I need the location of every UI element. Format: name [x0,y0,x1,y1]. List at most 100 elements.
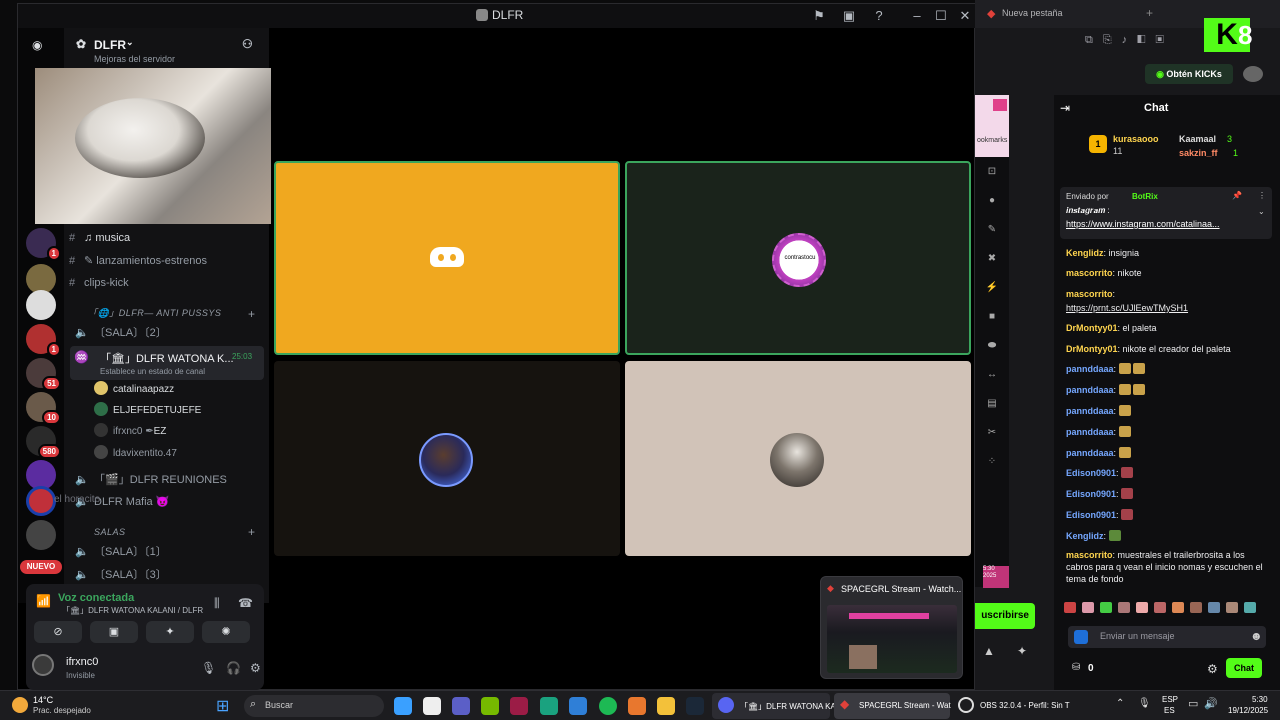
server-icon[interactable]: 1 [26,228,61,261]
voice-member[interactable]: ELJEFEDETUJEFE [94,401,201,421]
weather-temp[interactable]: 14°C [33,695,53,705]
server-icon[interactable] [26,486,56,516]
category-anti[interactable]: 「🌐」DLFR— ANTI PUSSYS [64,302,269,324]
chat-input[interactable]: Enviar un mensaje ☻ [1068,626,1266,648]
app-icon[interactable] [628,697,646,715]
emote-icon[interactable] [1208,602,1220,613]
gift-icon[interactable]: ✦ [1017,644,1027,658]
nvidia-icon[interactable] [481,697,499,715]
emote-icon[interactable] [1082,602,1094,613]
emote-icon[interactable] [1154,602,1166,613]
noise-icon[interactable]: ⫼ [214,596,220,611]
chat-send-button[interactable]: Chat [1226,658,1262,678]
get-kicks-button[interactable]: ◉ Obtén KICKs [1145,64,1233,84]
chat-username[interactable]: Kenglidz [1066,531,1104,541]
emoji-icon[interactable]: ☻ [1250,629,1263,643]
teams-icon[interactable] [452,697,470,715]
close-icon[interactable]: ✕ [956,7,974,25]
add-channel-icon[interactable]: + [248,525,255,539]
emote-icon[interactable] [1172,602,1184,613]
voice-channel-name[interactable]: 「🏛」DLFR WATONA KALANI / DLFR [62,605,203,616]
minimize-icon[interactable]: – [908,7,926,25]
pin-icon[interactable]: 📌 [1232,191,1242,200]
new-badge[interactable]: NUEVO [20,560,62,574]
server-icon[interactable] [26,290,56,320]
channel-item-clips-kick[interactable]: # clips-kick [64,272,269,294]
subscribe-button[interactable]: uscribirse [975,603,1035,629]
voice-channel-active[interactable]: ♒ 「🏛」DLFR WATONA K... 25:03 Establece un… [70,346,264,380]
clock-time[interactable]: 5:30 [1252,695,1268,704]
bookmarks-label[interactable]: ookmarks [977,137,1007,144]
volume-icon[interactable]: 🔊 [1204,697,1218,710]
voice-channel-reuniones[interactable]: 🔈 「🎬」DLFR REUNIONES [64,469,269,491]
emote-icon[interactable] [1118,602,1130,613]
warning-icon[interactable]: ▲ [983,644,995,658]
emote-icon[interactable] [1100,602,1112,613]
taskbar-app-browser[interactable]: ◆ SPACEGRL Stream - Wat [834,693,951,719]
tray-chevron-icon[interactable]: ⌃ [1116,698,1124,709]
taskbar-preview[interactable]: ◆ SPACEGRL Stream - Watch... [820,576,963,679]
close-icon[interactable] [993,99,1007,111]
weather-icon[interactable] [12,697,28,713]
emote-icon[interactable] [1136,602,1148,613]
server-icon[interactable]: 51 [26,358,61,391]
add-channel-icon[interactable]: + [248,307,255,321]
chat-username[interactable]: Edison0901 [1066,468,1116,478]
avatar[interactable] [32,654,54,676]
chat-username[interactable]: pannddaaa [1066,364,1114,374]
channel-status[interactable]: Establece un estado de canal [100,367,205,376]
valorant-icon[interactable] [510,697,528,715]
inbox-flag-icon[interactable]: ⚑ [810,7,828,25]
settings-gear-icon[interactable]: ⚙ [250,661,261,675]
chat-username[interactable]: Kenglidz [1066,248,1104,258]
clock-date[interactable]: 19/12/2025 [1228,706,1268,715]
new-tab-icon[interactable]: + [1146,6,1153,20]
chat-text[interactable]: https://prnt.sc/UJlEewTMySH1 [1066,303,1188,313]
avatar[interactable] [1243,66,1263,82]
taskbar-app-obs[interactable]: OBS 32.0.4 - Perfil: Sin T [954,693,1074,719]
chat-username[interactable]: Edison0901 [1066,489,1116,499]
mic-icon[interactable]: 🎙 [201,661,216,675]
help-icon[interactable]: ? [870,7,888,25]
search-box[interactable]: ⌕ Buscar [244,695,384,717]
windows-start-icon[interactable]: ⊞ [216,696,229,716]
video-tile[interactable] [274,161,620,355]
chat-username[interactable]: mascorrito [1066,289,1113,299]
voice-member[interactable]: catalinaapazz [94,380,174,400]
emote-bar[interactable] [1064,602,1274,618]
activities-button[interactable]: ✦ [146,621,194,643]
video-tile[interactable] [274,361,620,556]
video-tile[interactable] [625,361,971,556]
chat-username[interactable]: pannddaaa [1066,448,1114,458]
voice-channel-sala3[interactable]: 🔈 〔SALA〕〔3〕 [64,564,269,586]
voice-channel-sala1[interactable]: 🔈 〔SALA〕〔1〕 [64,541,269,563]
signal-icon[interactable]: 📶 [36,594,51,608]
soundboard-button[interactable]: ✺ [202,621,250,643]
server-icon[interactable]: 10 [26,392,61,425]
chat-username[interactable]: DrMontyy01 [1066,344,1118,354]
video-tile[interactable]: contrastocu [625,161,971,355]
discord-home-icon[interactable]: ◉ [32,38,52,52]
emote-icon[interactable] [1226,602,1238,613]
points-icon[interactable]: ⛁ [1072,662,1080,673]
copilot-icon[interactable] [394,697,412,715]
weather-desc[interactable]: Prac. despejado [33,706,91,715]
emote-icon[interactable] [1190,602,1202,613]
collapse-chat-icon[interactable]: ⇥ [1060,101,1070,115]
display-icon[interactable]: ▭ [1188,697,1198,710]
toolbar-icons[interactable]: ⧉⎘♪◧▣ [1085,34,1174,47]
chat-username[interactable]: Edison0901 [1066,510,1116,520]
headset-icon[interactable]: 🎧 [226,661,241,675]
language-label[interactable]: ES [1164,706,1175,715]
emote-icon[interactable] [1244,602,1256,613]
camera-off-button[interactable]: ⊘ [34,621,82,643]
chat-username[interactable]: pannddaaa [1066,385,1114,395]
chat-username[interactable]: mascorrito [1066,268,1113,278]
folder-icon[interactable] [657,697,675,715]
mic-icon[interactable]: 🎙 [1138,698,1151,709]
taskbar-app-discord[interactable]: 「🏛」DLFR WATONA KA [712,693,836,719]
category-salas[interactable]: SALAS [64,521,269,543]
disconnect-icon[interactable]: ☎ [238,596,253,610]
store-icon[interactable] [423,697,441,715]
screen-share-button[interactable]: ▣ [90,621,138,643]
